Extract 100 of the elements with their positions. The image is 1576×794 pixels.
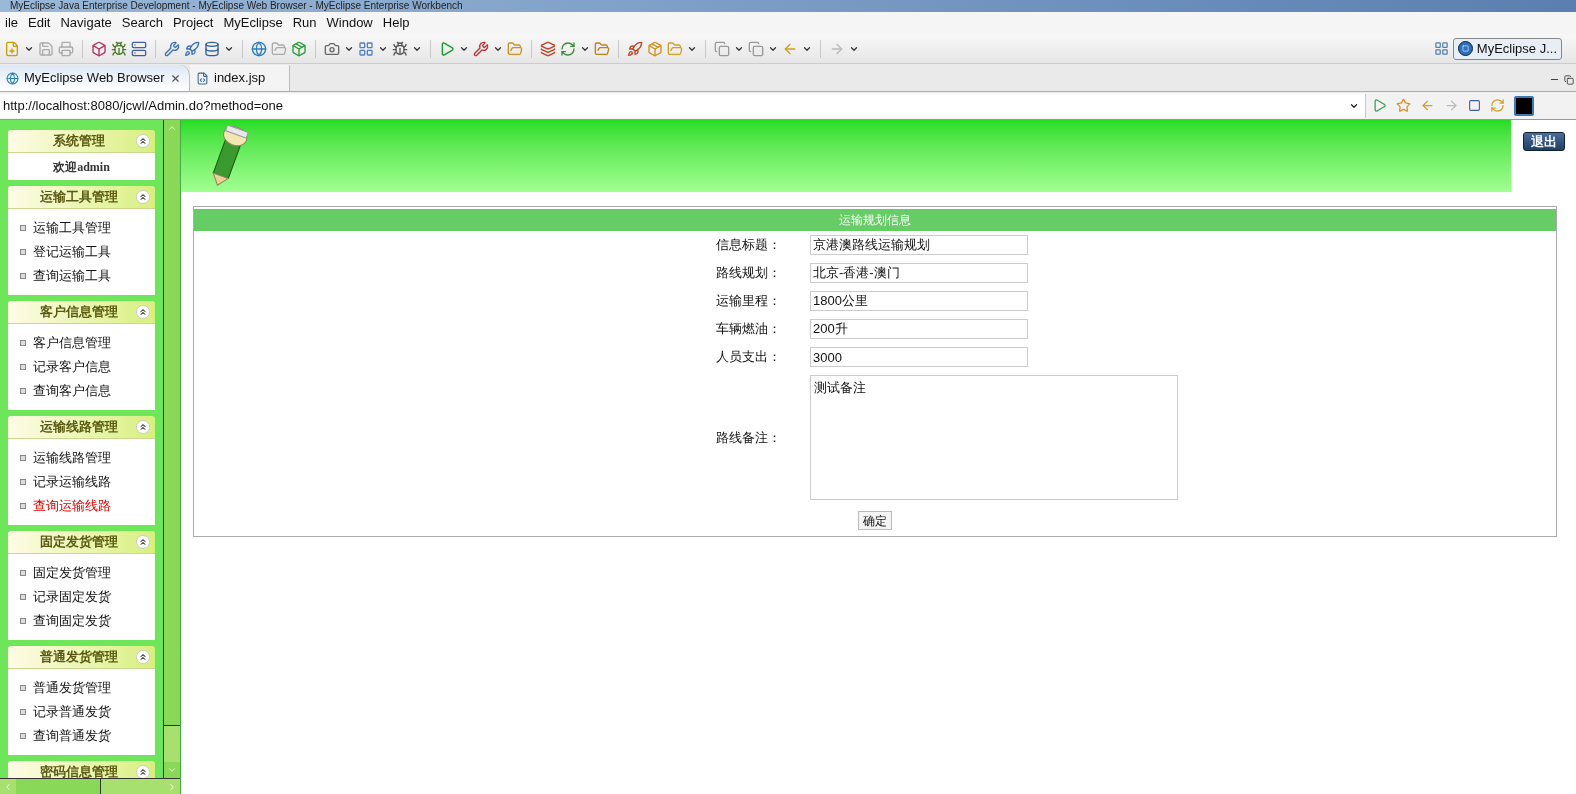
restore-icon[interactable] bbox=[1564, 75, 1574, 85]
logo-icon bbox=[1457, 41, 1473, 56]
field-label: 信息标题： bbox=[716, 236, 782, 255]
globe-icon[interactable] bbox=[251, 40, 267, 57]
sidebar-link[interactable]: 普通发货管理 bbox=[33, 678, 111, 698]
collapse-icon[interactable] bbox=[136, 134, 150, 148]
scrollbar-thumb[interactable] bbox=[16, 779, 101, 794]
menu-item[interactable]: Navigate bbox=[55, 13, 117, 33]
menu-item[interactable]: Run bbox=[287, 13, 322, 33]
sidebar-section-header[interactable]: 普通发货管理 bbox=[8, 646, 155, 669]
rocket-icon[interactable] bbox=[627, 40, 643, 57]
menu-item[interactable]: Window bbox=[321, 13, 378, 33]
menu-item[interactable]: MyEclipse bbox=[218, 13, 288, 33]
layers-icon[interactable] bbox=[540, 40, 556, 57]
field-label: 运输里程： bbox=[716, 292, 782, 311]
collapse-icon[interactable] bbox=[136, 420, 150, 434]
sidebar-link[interactable]: 查询固定发货 bbox=[33, 611, 111, 631]
dark-square-icon[interactable] bbox=[1514, 95, 1534, 116]
server-icon[interactable] bbox=[131, 40, 147, 57]
menu-item[interactable]: ile bbox=[0, 13, 23, 33]
scrollbar-thumb[interactable] bbox=[164, 136, 180, 726]
bullet-icon bbox=[20, 364, 26, 370]
sidebar-section-header[interactable]: 系统管理 bbox=[8, 130, 155, 153]
field-label: 路线备注： bbox=[716, 428, 782, 447]
editor-tab[interactable]: index.jsp bbox=[190, 65, 290, 91]
go-icon[interactable] bbox=[1372, 98, 1387, 113]
sidebar-section-header[interactable]: 密码信息管理 bbox=[8, 761, 155, 778]
grid-icon[interactable] bbox=[358, 40, 374, 57]
bullet-icon bbox=[20, 273, 26, 279]
menu-item[interactable]: Project bbox=[167, 13, 219, 33]
section-title: 普通发货管理 bbox=[39, 648, 119, 667]
close-icon[interactable] bbox=[169, 72, 181, 84]
sidebar-section-header[interactable]: 运输工具管理 bbox=[8, 186, 155, 209]
bullet-icon bbox=[20, 455, 26, 461]
sidebar-link[interactable]: 客户信息管理 bbox=[33, 333, 111, 353]
bullet-icon bbox=[20, 570, 26, 576]
globe-icon bbox=[6, 71, 19, 85]
welcome-text: 欢迎admin bbox=[53, 158, 110, 176]
collapse-icon[interactable] bbox=[136, 305, 150, 319]
sidebar-link[interactable]: 查询普通发货 bbox=[33, 726, 111, 746]
horizontal-scrollbar[interactable] bbox=[0, 778, 180, 794]
input-field[interactable]: 200升 bbox=[810, 319, 1028, 339]
bug-icon[interactable] bbox=[392, 40, 408, 57]
section-title: 运输线路管理 bbox=[39, 418, 119, 437]
collapse-icon[interactable] bbox=[136, 765, 150, 778]
sidebar-link[interactable]: 运输线路管理 bbox=[33, 448, 111, 468]
input-field[interactable]: 1800公里 bbox=[810, 291, 1028, 311]
menu-item[interactable]: Search bbox=[116, 13, 168, 33]
sidebar-link[interactable]: 查询客户信息 bbox=[33, 381, 111, 401]
collapse-icon[interactable] bbox=[136, 535, 150, 549]
package-icon[interactable] bbox=[291, 40, 307, 57]
editor-tab[interactable]: MyEclipse Web Browser bbox=[0, 65, 190, 91]
field-label: 人员支出： bbox=[716, 348, 782, 367]
sidebar-link[interactable]: 记录固定发货 bbox=[33, 587, 111, 607]
sidebar-link[interactable]: 运输工具管理 bbox=[33, 218, 111, 238]
stop-icon[interactable] bbox=[1468, 99, 1481, 112]
section-title: 客户信息管理 bbox=[39, 303, 119, 322]
wrench-icon[interactable] bbox=[473, 40, 489, 57]
sidebar-link[interactable]: 查询运输线路 bbox=[33, 496, 111, 516]
sidebar-section-header[interactable]: 运输线路管理 bbox=[8, 416, 155, 439]
sidebar-link[interactable]: 记录运输线路 bbox=[33, 472, 111, 492]
bullet-icon bbox=[20, 733, 26, 739]
sidebar-link[interactable]: 登记运输工具 bbox=[33, 242, 111, 262]
perspective-button[interactable]: MyEclipse J... bbox=[1452, 37, 1562, 60]
sidebar-link[interactable]: 固定发货管理 bbox=[33, 563, 111, 583]
sidebar-link[interactable]: 记录客户信息 bbox=[33, 357, 111, 377]
database-icon[interactable] bbox=[204, 40, 220, 57]
input-field[interactable]: 3000 bbox=[810, 347, 1028, 367]
file-code-icon bbox=[196, 71, 209, 85]
logout-button[interactable]: 退出 bbox=[1522, 132, 1565, 151]
package-icon[interactable] bbox=[647, 40, 663, 57]
section-title: 系统管理 bbox=[52, 132, 106, 151]
bullet-icon bbox=[20, 503, 26, 509]
collapse-icon[interactable] bbox=[136, 650, 150, 664]
bullet-icon bbox=[20, 340, 26, 346]
bullet-icon bbox=[20, 709, 26, 715]
input-field[interactable]: 北京-香港-澳门 bbox=[810, 263, 1028, 283]
sidebar-link[interactable]: 查询运输工具 bbox=[33, 266, 111, 286]
sidebar-section-header[interactable]: 固定发货管理 bbox=[8, 531, 155, 554]
cube-icon[interactable] bbox=[91, 40, 107, 57]
bullet-icon bbox=[20, 249, 26, 255]
sidebar-link[interactable]: 记录普通发货 bbox=[33, 702, 111, 722]
vertical-scrollbar[interactable] bbox=[163, 120, 180, 778]
rocket-icon[interactable] bbox=[184, 40, 200, 57]
wrench-icon[interactable] bbox=[164, 40, 180, 57]
input-field[interactable]: 京港澳路线运输规划 bbox=[810, 235, 1028, 255]
refresh-icon[interactable] bbox=[560, 40, 576, 57]
url-field[interactable]: http://localhost:8080/jcwl/Admin.do?method=one bbox=[0, 93, 1366, 118]
collapse-icon[interactable] bbox=[136, 190, 150, 204]
star-icon[interactable] bbox=[1396, 98, 1411, 113]
notes-textarea[interactable]: 测试备注 bbox=[810, 375, 1178, 500]
sidebar-section-header[interactable]: 客户信息管理 bbox=[8, 301, 155, 324]
bug-icon[interactable] bbox=[111, 40, 127, 57]
menu-item[interactable]: Edit bbox=[23, 13, 56, 33]
camera-icon[interactable] bbox=[324, 40, 340, 57]
menu-item[interactable]: Help bbox=[377, 13, 415, 33]
tab-label: index.jsp bbox=[214, 69, 266, 88]
window-title: MyEclipse Java Enterprise Development - MyEclipse Web Browser - MyEclipse Enterprise Workbench bbox=[10, 1, 463, 11]
confirm-button[interactable]: 确定 bbox=[858, 511, 892, 530]
open-perspective-icon[interactable] bbox=[1433, 41, 1449, 56]
